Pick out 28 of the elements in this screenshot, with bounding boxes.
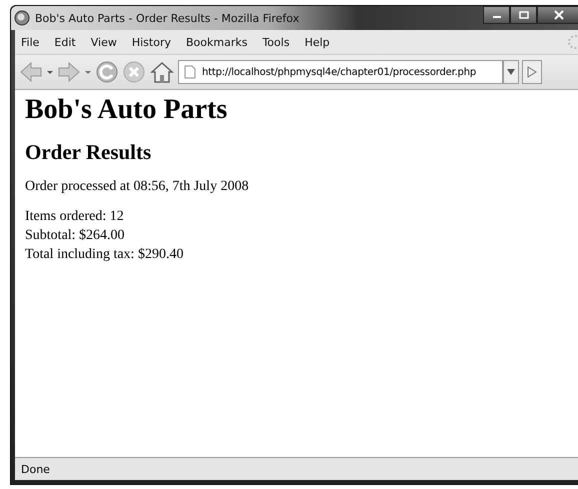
menu-item[interactable]: Help (304, 36, 330, 48)
page-subheading: Order Results (25, 140, 152, 165)
close-icon (554, 10, 564, 20)
maximize-button[interactable] (510, 6, 537, 24)
menu-item[interactable]: Bookmarks (186, 36, 248, 48)
page-icon (184, 65, 196, 79)
play-arrow-icon (527, 66, 537, 78)
menu-item[interactable]: Tools (262, 36, 290, 48)
caret-icon (507, 69, 515, 75)
menu-item[interactable]: History (132, 36, 171, 48)
window-title: Bob's Auto Parts - Order Results - Mozilla Firefox (35, 12, 300, 24)
menu-item[interactable]: File (21, 36, 40, 48)
menu-item[interactable]: Edit (54, 36, 76, 48)
status-text: Done (21, 462, 50, 476)
menu-item[interactable]: View (90, 36, 117, 48)
minimize-button[interactable] (483, 6, 510, 24)
close-button[interactable] (537, 6, 578, 24)
page-heading: Bob's Auto Parts (25, 94, 228, 126)
maximize-icon (518, 11, 528, 19)
order-summary-line: Subtotal: $264.00 (25, 227, 126, 245)
go-button[interactable] (522, 60, 542, 84)
order-summary-line: Total including tax: $290.40 (25, 246, 184, 264)
reload-icon[interactable] (95, 60, 119, 84)
address-field[interactable]: http://localhost/phpmysql4e/chapter01/processorder.php (178, 60, 503, 84)
home-icon[interactable] (149, 60, 175, 84)
order-timestamp: Order processed at 08:56, 7th July 2008 (25, 179, 249, 195)
order-summary-line: Items ordered: 12 (25, 208, 125, 226)
history-dropdown-button[interactable] (503, 60, 519, 84)
